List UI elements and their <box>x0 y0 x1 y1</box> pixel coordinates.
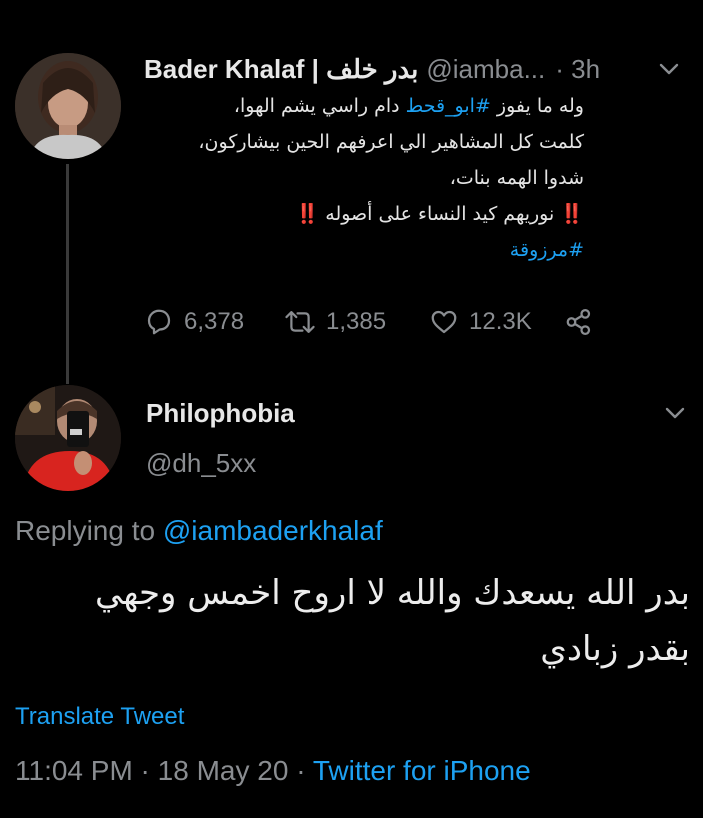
tweet-line-3: شدوا الهمه بنات، <box>449 167 584 189</box>
mention-link[interactable]: @iambaderkhalaf <box>163 515 383 546</box>
translate-tweet-link[interactable]: Translate Tweet <box>15 703 184 731</box>
like-icon <box>431 310 457 334</box>
double-exclamation-icon: ‼️ <box>560 203 584 225</box>
retweet-button[interactable]: 1,385 <box>284 307 429 337</box>
tweet-time[interactable]: · 3h <box>555 54 600 85</box>
user-handle[interactable]: @dh_5xx <box>146 448 256 479</box>
replying-to: Replying to @iambaderkhalaf <box>15 515 383 546</box>
tweet-line-1: وله ما يفوز #ابو_قحط دام راسي يشم الهوا، <box>233 95 584 117</box>
tweet-header: Bader Khalaf | بدر خلف @iamba... · 3h <box>144 52 684 86</box>
chevron-down-icon[interactable] <box>654 54 684 84</box>
hashtag-link[interactable]: #مرزوقة <box>144 232 584 268</box>
display-name[interactable]: Philophobia <box>146 398 295 429</box>
tweet-text: وله ما يفوز #ابو_قحط دام راسي يشم الهوا،… <box>144 88 584 268</box>
chevron-down-icon[interactable] <box>660 398 690 428</box>
display-name[interactable]: Bader Khalaf | بدر خلف <box>144 54 418 85</box>
tweet-meta: 11:04 PM · 18 May 20 · Twitter for iPhon… <box>15 755 531 786</box>
tweet-line-1: بدر الله يسعدك والله لا اروح اخمس وجهي <box>95 573 690 613</box>
tweet-timestamp: 11:04 PM <box>15 755 133 786</box>
user-handle[interactable]: @iamba... <box>426 54 545 85</box>
share-button[interactable] <box>564 307 604 337</box>
tweet-date: 18 May 20 <box>157 755 289 786</box>
avatar-photo <box>15 385 121 491</box>
share-icon <box>566 309 591 335</box>
retweet-count: 1,385 <box>326 308 387 335</box>
avatar[interactable] <box>15 385 121 491</box>
tweet-line-2: بقدر زبادي <box>540 629 690 669</box>
like-button[interactable]: 12.3K <box>429 307 564 337</box>
like-count: 12.3K <box>469 308 532 335</box>
reply-icon <box>147 309 171 335</box>
double-exclamation-icon: ‼️ <box>295 203 320 225</box>
avatar-photo <box>15 53 121 159</box>
tweet-actions: 6,378 1,385 12.3K <box>144 304 604 340</box>
retweet-icon <box>285 311 315 333</box>
tweet-source-link[interactable]: Twitter for iPhone <box>313 755 531 786</box>
avatar[interactable] <box>15 53 121 159</box>
reply-count: 6,378 <box>184 308 245 335</box>
tweet-line-4: ‼️ نوريهم كيد النساء على أصوله ‼️ <box>295 203 584 225</box>
hashtag-link[interactable]: #ابو_قحط <box>406 95 491 117</box>
tweet-line-2: كلمت كل المشاهير الي اعرفهم الحين بيشارك… <box>198 131 584 153</box>
thread-line <box>66 164 69 384</box>
reply-button[interactable]: 6,378 <box>144 307 284 337</box>
tweet-text: بدر الله يسعدك والله لا اروح اخمس وجهي ب… <box>15 565 690 677</box>
